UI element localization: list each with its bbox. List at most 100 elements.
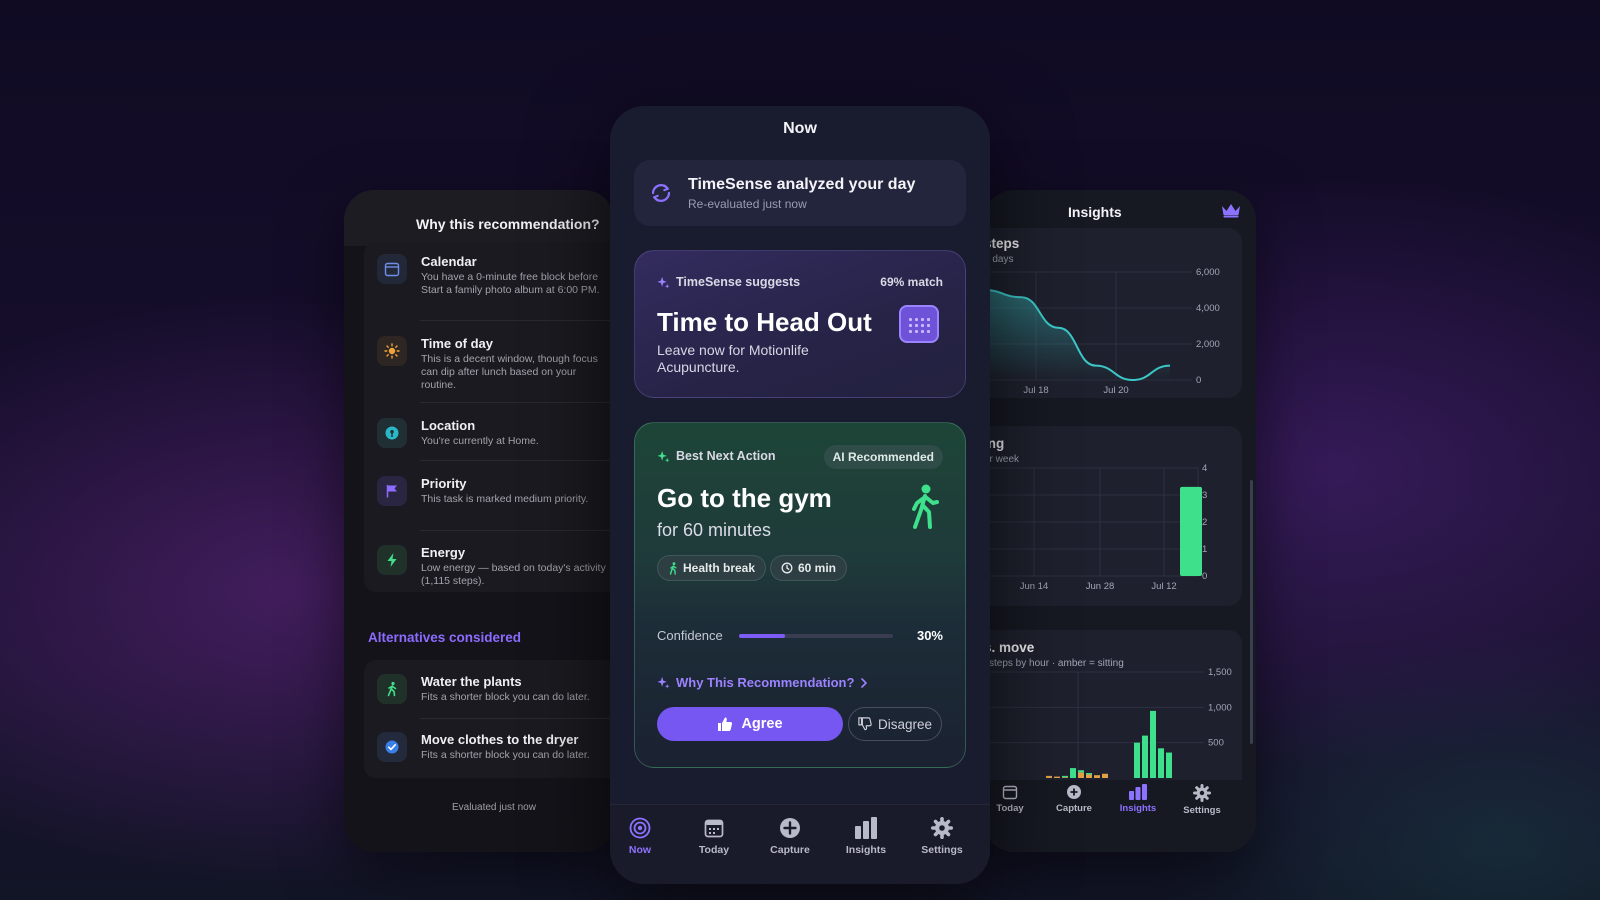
reason-location[interactable]: Location You're currently at Home. (364, 412, 614, 472)
sitting-bar (1094, 775, 1100, 778)
tab-capture[interactable]: Capture (1044, 784, 1104, 814)
best-next-action-card[interactable]: Best Next Action AI Recommended Go to th… (634, 422, 966, 768)
bolt-icon (377, 545, 407, 575)
confidence-bar (739, 634, 893, 638)
weekly-bar-chart: 432101Jun 14Jun 28Jul 12 (984, 463, 1207, 592)
divider (420, 402, 614, 403)
tab-now[interactable]: Now (610, 817, 675, 856)
sync-icon (651, 184, 671, 202)
why-header: Why this recommendation? (344, 190, 614, 246)
reason-title: Time of day (421, 336, 494, 351)
tab-label: Today (996, 803, 1024, 814)
bar-chart-icon (1129, 784, 1147, 800)
suggestion-label-text: TimeSense suggests (676, 275, 801, 289)
calendar-icon (377, 254, 407, 284)
tab-today[interactable]: Today (679, 817, 749, 856)
reason-title: Location (421, 418, 476, 433)
crown-icon[interactable] (1220, 202, 1242, 218)
suggestion-card[interactable]: TimeSense suggests 69% match Time to Hea… (634, 250, 966, 398)
banner-subtitle: Re-evaluated just now (688, 197, 807, 211)
reason-calendar[interactable]: Calendar You have a 0-minute free block … (364, 248, 614, 308)
plus-circle-icon (780, 818, 800, 838)
plus-circle-icon (1067, 785, 1081, 799)
insights-tab-bar: Today Capture Insights Settings (984, 780, 1256, 852)
why-recommendation-link[interactable]: Why This Recommendation? (657, 675, 868, 690)
steps-bar (1062, 775, 1068, 778)
screen-title: Now (783, 120, 817, 137)
check-circle-icon (377, 732, 407, 762)
steps-bar (1158, 748, 1164, 778)
divider (420, 530, 614, 531)
sparkle-icon (657, 676, 670, 689)
flag-icon (377, 476, 407, 506)
tab-today[interactable]: Today (984, 784, 1040, 814)
alternative-title: Water the plants (421, 674, 522, 689)
bar-chart-icon (855, 817, 877, 839)
move-card[interactable]: s. move l steps by hour · amber = sittin… (984, 630, 1242, 780)
banner-title: TimeSense analyzed your day (688, 176, 916, 193)
steps-card[interactable]: steps 0 days 6,000 4,000 2,000 0 Jul 18 Jul 2… (984, 228, 1242, 398)
steps-bar (1086, 773, 1092, 775)
weekly-card[interactable]: ing er week 432101Jun 14Jun 28Jul 12 (984, 426, 1242, 606)
tab-insights[interactable]: Insights (1108, 784, 1168, 814)
why-recommendation-screen: Why this recommendation? Calendar You ha… (344, 190, 614, 852)
disagree-button[interactable]: Disagree (848, 707, 942, 741)
y-tick-label: 6,000 (1196, 267, 1220, 278)
main-tab-bar: Now Today Capture Insights Settings (610, 804, 990, 884)
confidence-value: 30% (916, 628, 943, 643)
steps-bar (1078, 770, 1084, 773)
reason-time-of-day[interactable]: Time of day This is a decent window, tho… (364, 330, 614, 391)
sitting-bar (1054, 776, 1060, 778)
divider (420, 320, 614, 321)
reason-desc: This task is marked medium priority. (421, 493, 589, 505)
steps-bar (1142, 735, 1148, 778)
scrollbar[interactable] (1250, 480, 1253, 744)
alternative-title: Move clothes to the dryer (421, 732, 579, 747)
chip-duration[interactable]: 60 min (770, 555, 848, 581)
chevron-right-icon (861, 677, 868, 688)
reason-energy[interactable]: Energy Low energy — based on today's act… (364, 539, 614, 599)
y-tick-label: 500 (1208, 738, 1224, 749)
now-screen: Now TimeSense analyzed your day Re-evalu… (610, 106, 990, 884)
alternative-water-plants[interactable]: Water the plants Fits a shorter block yo… (364, 668, 614, 728)
tab-settings[interactable]: Settings (907, 817, 977, 856)
y-tick-label: 4 (1202, 463, 1207, 474)
evaluated-timestamp: Evaluated just now (452, 802, 536, 813)
action-headline: Go to the gym (657, 483, 832, 513)
tab-label: Capture (770, 844, 810, 856)
weekly-bar (1180, 486, 1202, 576)
chip-health-break[interactable]: Health break (657, 555, 767, 581)
steps-area (984, 290, 1170, 380)
y-tick-label: 1,500 (1208, 667, 1232, 678)
tab-insights[interactable]: Insights (831, 817, 901, 856)
x-tick-label: Jun 14 (1020, 581, 1049, 592)
tab-label: Capture (1056, 803, 1092, 814)
steps-bar (1134, 742, 1140, 778)
steps-bar (1150, 710, 1156, 778)
reason-title: Priority (421, 476, 467, 491)
sparkle-icon (657, 276, 670, 289)
why-title: Why this recommendation? (416, 216, 600, 232)
reason-desc: You're currently at Home. (421, 435, 539, 447)
action-duration: for 60 minutes (657, 520, 772, 540)
agree-button[interactable]: Agree (657, 707, 843, 741)
suggestion-headline: Time to Head Out (657, 307, 872, 337)
x-tick-label: Jul 12 (1151, 581, 1176, 592)
gear-icon (931, 817, 953, 839)
gear-icon (1193, 784, 1211, 802)
analysis-banner[interactable]: TimeSense analyzed your day Re-evaluated… (634, 160, 966, 226)
chip-label: Health break (683, 561, 756, 575)
tab-capture[interactable]: Capture (755, 817, 825, 856)
sparkle-icon (657, 450, 670, 463)
thumbs-up-icon (718, 717, 733, 731)
tab-settings[interactable]: Settings (1172, 784, 1232, 816)
best-action-label: Best Next Action (657, 449, 776, 463)
hourly-steps-bar-chart: 1,500 1,000 500 (984, 667, 1232, 778)
thumbs-down-icon (858, 717, 872, 731)
best-action-label-text: Best Next Action (676, 449, 776, 463)
suggestion-label: TimeSense suggests (657, 275, 800, 289)
reason-priority[interactable]: Priority This task is marked medium prio… (364, 470, 614, 530)
steps-bar (1166, 752, 1172, 778)
alternative-move-clothes[interactable]: Move clothes to the dryer Fits a shorter… (364, 726, 614, 786)
sitting-bar (1062, 777, 1068, 778)
